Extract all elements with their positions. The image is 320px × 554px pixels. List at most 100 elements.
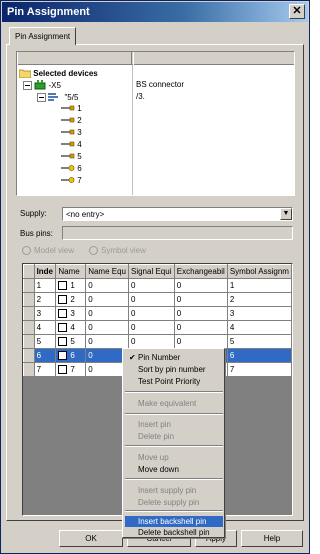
window-title: Pin Assignment bbox=[7, 6, 90, 18]
cell-symbol-assignm[interactable]: 5 bbox=[226, 334, 292, 349]
table-header-row: Inde Name Name Equ Signal Equi Exchangea… bbox=[23, 264, 292, 279]
cell-name[interactable]: 5 bbox=[55, 334, 87, 349]
cell-index[interactable]: 2 bbox=[33, 292, 57, 307]
menu-item-insert-backshell-pin[interactable]: Insert backshell pin bbox=[125, 516, 223, 527]
tree-subdevice[interactable]: "5/5 bbox=[37, 92, 78, 103]
checkbox[interactable] bbox=[58, 337, 68, 347]
cell-index[interactable]: 1 bbox=[33, 278, 57, 293]
cell-name[interactable]: 7 bbox=[55, 362, 87, 377]
cell-signal-equi[interactable]: 0 bbox=[127, 334, 175, 349]
tree-subdevice-name: "5/5 bbox=[64, 93, 79, 103]
cell-symbol-assignm[interactable]: 2 bbox=[226, 292, 292, 307]
tree-pin[interactable]: 3 bbox=[61, 128, 82, 139]
supply-select[interactable]: <no entry> ▼ bbox=[62, 207, 293, 221]
cell-symbol-assignm[interactable]: 1 bbox=[226, 278, 292, 293]
cell-signal-equi[interactable]: 0 bbox=[127, 306, 175, 321]
row-header[interactable] bbox=[23, 362, 35, 377]
cell-signal-equi[interactable]: 0 bbox=[127, 292, 175, 307]
cell-signal-equi[interactable]: 0 bbox=[127, 320, 175, 335]
cell-exchangeabil[interactable]: 0 bbox=[173, 292, 228, 307]
column-header[interactable]: Exchangeabil bbox=[173, 264, 228, 279]
column-header[interactable]: Name Equ bbox=[85, 264, 129, 279]
cell-symbol-assignm[interactable]: 6 bbox=[226, 348, 292, 363]
menu-item-move-up: Move up bbox=[138, 453, 169, 462]
model-view-label: Model view bbox=[34, 246, 75, 255]
cell-name-equ[interactable]: 0 bbox=[85, 306, 129, 321]
ok-button[interactable]: OK bbox=[59, 530, 123, 547]
cell-name[interactable]: 6 bbox=[55, 348, 87, 363]
tree-subdevice-description: /3. bbox=[136, 92, 145, 101]
tree-header-col-name[interactable] bbox=[17, 52, 132, 65]
menu-item-move-down[interactable]: Move down bbox=[125, 464, 223, 475]
cell-name[interactable]: 3 bbox=[55, 306, 87, 321]
cell-symbol-assignm[interactable]: 4 bbox=[226, 320, 292, 335]
cell-index[interactable]: 7 bbox=[33, 362, 57, 377]
table-row[interactable]: 3 3 0 0 0 3 bbox=[23, 306, 292, 321]
row-header[interactable] bbox=[23, 334, 35, 349]
tree-device[interactable]: -X5 bbox=[23, 80, 61, 91]
checkbox[interactable] bbox=[58, 309, 68, 319]
cell-name[interactable]: 2 bbox=[55, 292, 87, 307]
table-row[interactable]: 4 4 0 0 0 4 bbox=[23, 320, 292, 335]
tree-header-col-description[interactable] bbox=[133, 52, 293, 65]
cell-index[interactable]: 3 bbox=[33, 306, 57, 321]
cell-exchangeabil[interactable]: 0 bbox=[173, 320, 228, 335]
menu-item-pin-number[interactable]: ✔ Pin Number bbox=[125, 352, 223, 363]
cell-name-text: 7 bbox=[70, 364, 75, 374]
tab-pin-assignment[interactable]: Pin Assignment bbox=[9, 27, 76, 45]
row-header[interactable] bbox=[23, 292, 35, 307]
checkbox[interactable] bbox=[58, 323, 68, 333]
column-header[interactable]: Inde bbox=[33, 264, 57, 279]
cell-name-equ[interactable]: 0 bbox=[85, 292, 129, 307]
row-header[interactable] bbox=[23, 306, 35, 321]
table-row[interactable]: 2 2 0 0 0 2 bbox=[23, 292, 292, 307]
row-header[interactable] bbox=[23, 320, 35, 335]
tree-pin[interactable]: 1 bbox=[61, 104, 82, 115]
menu-item-delete-backshell-pin[interactable]: Delete backshell pin bbox=[125, 527, 223, 538]
cell-exchangeabil[interactable]: 0 bbox=[173, 334, 228, 349]
cell-name-equ[interactable]: 0 bbox=[85, 278, 129, 293]
tree-pin[interactable]: 7 bbox=[61, 176, 82, 187]
cell-symbol-assignm[interactable]: 3 bbox=[226, 306, 292, 321]
cell-name-equ[interactable]: 0 bbox=[85, 320, 129, 335]
device-tree[interactable]: Selected devices -X5 BS connector "5/5 /… bbox=[16, 51, 295, 196]
cell-name-equ[interactable]: 0 bbox=[85, 334, 129, 349]
corner-cell[interactable] bbox=[23, 264, 35, 279]
cell-index[interactable]: 4 bbox=[33, 320, 57, 335]
collapse-icon[interactable] bbox=[37, 92, 46, 104]
table-row[interactable]: 5 5 0 0 0 5 bbox=[23, 334, 292, 349]
help-button[interactable]: Help bbox=[241, 530, 303, 547]
checkbox[interactable] bbox=[58, 351, 68, 361]
column-header[interactable]: Signal Equi bbox=[127, 264, 175, 279]
menu-item-sort-by-pin-number[interactable]: Sort by pin number bbox=[125, 364, 223, 375]
cell-symbol-assignm[interactable]: 7 bbox=[226, 362, 292, 377]
checkbox[interactable] bbox=[58, 295, 68, 305]
tree-pin[interactable]: 2 bbox=[61, 116, 82, 127]
tree-device-name: -X5 bbox=[48, 81, 61, 91]
check-icon: ✔ bbox=[129, 353, 136, 362]
table-row[interactable]: 1 1 0 0 0 1 bbox=[23, 278, 292, 293]
cell-signal-equi[interactable]: 0 bbox=[127, 278, 175, 293]
row-header[interactable] bbox=[23, 348, 35, 363]
close-button[interactable]: ✕ bbox=[289, 4, 305, 19]
cell-name[interactable]: 4 bbox=[55, 320, 87, 335]
cell-exchangeabil[interactable]: 0 bbox=[173, 278, 228, 293]
connector-icon bbox=[48, 92, 62, 104]
chevron-down-icon[interactable]: ▼ bbox=[280, 208, 292, 220]
checkbox[interactable] bbox=[58, 281, 68, 291]
collapse-icon[interactable] bbox=[23, 80, 32, 92]
tree-pin[interactable]: 5 bbox=[61, 152, 82, 163]
column-header[interactable]: Name bbox=[55, 264, 87, 279]
column-header[interactable]: Symbol Assignm bbox=[226, 264, 292, 279]
cell-name[interactable]: 1 bbox=[55, 278, 87, 293]
tree-pin[interactable]: 4 bbox=[61, 140, 82, 151]
cell-exchangeabil[interactable]: 0 bbox=[173, 306, 228, 321]
tree-root[interactable]: Selected devices bbox=[18, 68, 98, 79]
checkbox[interactable] bbox=[58, 365, 68, 375]
title-bar[interactable]: Pin Assignment ✕ bbox=[2, 2, 308, 22]
tree-pin[interactable]: 6 bbox=[61, 164, 82, 175]
cell-index[interactable]: 6 bbox=[33, 348, 57, 363]
cell-index[interactable]: 5 bbox=[33, 334, 57, 349]
menu-item-test-point-priority[interactable]: Test Point Priority bbox=[125, 376, 223, 387]
row-header[interactable] bbox=[23, 278, 35, 293]
